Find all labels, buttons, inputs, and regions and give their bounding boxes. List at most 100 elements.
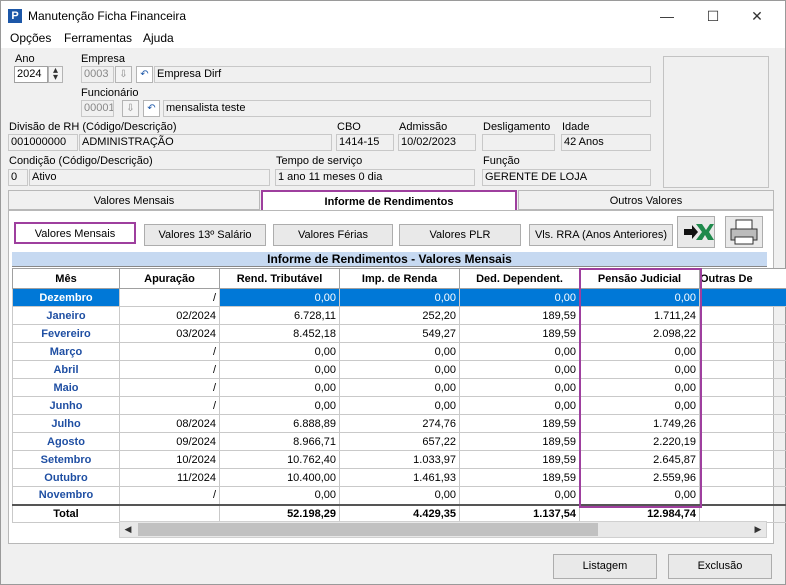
cell-imp-renda[interactable]: 0,00 xyxy=(339,378,460,397)
menu-ajuda[interactable]: Ajuda xyxy=(143,31,174,45)
cell-imp-renda[interactable]: 4.429,35 xyxy=(339,503,460,523)
valores-13-button[interactable]: Valores 13º Salário xyxy=(144,224,266,246)
cell-apuracao[interactable]: 02/2024 xyxy=(119,306,220,325)
cell-mes[interactable]: Novembro xyxy=(12,486,120,505)
cell-ded-dependent[interactable]: 1.137,54 xyxy=(459,503,580,523)
cell-pensao-judicial[interactable]: 2.220,19 xyxy=(579,432,700,451)
cell-mes[interactable]: Outubro xyxy=(12,468,120,487)
cell-outras[interactable] xyxy=(699,396,786,415)
cell-mes[interactable]: Maio xyxy=(12,378,120,397)
cell-pensao-judicial[interactable]: 0,00 xyxy=(579,486,700,505)
cell-imp-renda[interactable]: 1.033,97 xyxy=(339,450,460,469)
cell-imp-renda[interactable]: 0,00 xyxy=(339,288,460,307)
cell-rend-tributavel[interactable]: 8.966,71 xyxy=(219,432,340,451)
cell-rend-tributavel[interactable]: 10.762,40 xyxy=(219,450,340,469)
table-row[interactable]: Março/0,00 0,00 0,00 0,00 xyxy=(12,342,786,361)
cell-ded-dependent[interactable]: 189,59 xyxy=(459,450,580,469)
table-row[interactable]: Dezembro/0,00 0,00 0,00 0,00 xyxy=(12,288,786,307)
cell-rend-tributavel[interactable]: 0,00 xyxy=(219,342,340,361)
cell-apuracao[interactable]: / xyxy=(119,360,220,379)
cell-pensao-judicial[interactable]: 0,00 xyxy=(579,342,700,361)
scroll-left-icon[interactable]: ◀ xyxy=(120,522,136,537)
valores-mensais-button[interactable]: Valores Mensais xyxy=(14,222,136,244)
cell-outras[interactable] xyxy=(699,324,786,343)
cell-outras[interactable] xyxy=(699,450,786,469)
cell-pensao-judicial[interactable]: 1.711,24 xyxy=(579,306,700,325)
col-apuracao[interactable]: Apuração xyxy=(119,268,220,289)
cell-rend-tributavel[interactable]: 0,00 xyxy=(219,486,340,505)
empresa-code-field[interactable]: 0003 xyxy=(81,66,114,83)
table-row[interactable]: Outubro 11/2024 10.400,00 1.461,93 189,59 2.5… xyxy=(12,468,786,487)
cell-rend-tributavel[interactable]: 6.888,89 xyxy=(219,414,340,433)
print-button[interactable] xyxy=(725,216,763,248)
tab-outros-valores[interactable]: Outros Valores xyxy=(518,190,774,210)
cell-pensao-judicial[interactable]: 12.984,74 xyxy=(579,503,700,523)
tab-informe-rendimentos[interactable]: Informe de Rendimentos xyxy=(261,190,517,212)
scroll-thumb[interactable] xyxy=(138,523,598,536)
cell-apuracao[interactable]: / xyxy=(119,396,220,415)
cell-apuracao[interactable]: 08/2024 xyxy=(119,414,220,433)
cell-ded-dependent[interactable]: 189,59 xyxy=(459,432,580,451)
tab-valores-mensais[interactable]: Valores Mensais xyxy=(8,190,260,210)
cell-ded-dependent[interactable]: 0,00 xyxy=(459,396,580,415)
table-row[interactable]: Agosto 09/2024 8.966,71 657,22 189,59 2.220,1… xyxy=(12,432,786,451)
table-row[interactable]: Fevereiro 03/2024 8.452,18 549,27 189,59 2.09… xyxy=(12,324,786,343)
cell-ded-dependent[interactable]: 189,59 xyxy=(459,324,580,343)
excel-export-button[interactable] xyxy=(677,216,715,248)
cell-apuracao[interactable]: 10/2024 xyxy=(119,450,220,469)
cell-apuracao[interactable]: 03/2024 xyxy=(119,324,220,343)
ano-input[interactable]: 2024 xyxy=(14,66,48,83)
scroll-right-icon[interactable]: ▶ xyxy=(750,522,766,537)
cell-mes[interactable]: Abril xyxy=(12,360,120,379)
table-row[interactable]: Abril/0,00 0,00 0,00 0,00 xyxy=(12,360,786,379)
cell-ded-dependent[interactable]: 0,00 xyxy=(459,378,580,397)
cell-ded-dependent[interactable]: 0,00 xyxy=(459,486,580,505)
cell-outras[interactable] xyxy=(699,414,786,433)
cell-pensao-judicial[interactable]: 2.098,22 xyxy=(579,324,700,343)
funcionario-undo-icon[interactable]: ↶ xyxy=(143,100,160,117)
cell-imp-renda[interactable]: 657,22 xyxy=(339,432,460,451)
table-row[interactable]: Julho 08/2024 6.888,89 274,76 189,59 1.749,26 xyxy=(12,414,786,433)
cell-mes[interactable]: Agosto xyxy=(12,432,120,451)
close-icon[interactable]: ✕ xyxy=(745,5,769,27)
cell-outras[interactable] xyxy=(699,378,786,397)
col-mes[interactable]: Mês xyxy=(12,268,120,289)
table-row[interactable]: Janeiro 02/2024 6.728,11 252,20 189,59 1.711,… xyxy=(12,306,786,325)
cell-apuracao[interactable]: / xyxy=(119,486,220,505)
cell-outras[interactable] xyxy=(699,432,786,451)
col-rend-tributavel[interactable]: Rend. Tributável xyxy=(219,268,340,289)
col-outras[interactable]: Outras De xyxy=(699,268,786,289)
cell-imp-renda[interactable]: 274,76 xyxy=(339,414,460,433)
cell-imp-renda[interactable]: 0,00 xyxy=(339,342,460,361)
cell-ded-dependent[interactable]: 0,00 xyxy=(459,288,580,307)
cell-apuracao[interactable] xyxy=(119,503,220,523)
cell-pensao-judicial[interactable]: 0,00 xyxy=(579,396,700,415)
valores-ferias-button[interactable]: Valores Férias xyxy=(273,224,393,246)
cell-outras[interactable] xyxy=(699,486,786,505)
cell-rend-tributavel[interactable]: 0,00 xyxy=(219,288,340,307)
cell-mes[interactable]: Fevereiro xyxy=(12,324,120,343)
col-imp-renda[interactable]: Imp. de Renda xyxy=(339,268,460,289)
table-row[interactable]: Novembro/0,00 0,00 0,00 0,00 xyxy=(12,486,786,505)
funcionario-code-field[interactable]: 00001 xyxy=(81,100,114,117)
cell-outras[interactable] xyxy=(699,342,786,361)
cell-rend-tributavel[interactable]: 0,00 xyxy=(219,378,340,397)
cell-outras[interactable] xyxy=(699,503,786,523)
cell-rend-tributavel[interactable]: 0,00 xyxy=(219,360,340,379)
cell-pensao-judicial[interactable]: 0,00 xyxy=(579,378,700,397)
cell-imp-renda[interactable]: 0,00 xyxy=(339,486,460,505)
cell-pensao-judicial[interactable]: 0,00 xyxy=(579,360,700,379)
cell-rend-tributavel[interactable]: 8.452,18 xyxy=(219,324,340,343)
empresa-undo-icon[interactable]: ↶ xyxy=(136,66,153,83)
cell-ded-dependent[interactable]: 0,00 xyxy=(459,342,580,361)
minimize-icon[interactable]: — xyxy=(655,5,679,27)
cell-rend-tributavel[interactable]: 6.728,11 xyxy=(219,306,340,325)
cell-rend-tributavel[interactable]: 52.198,29 xyxy=(219,503,340,523)
col-pensao-judicial[interactable]: Pensão Judicial xyxy=(579,268,700,289)
cell-pensao-judicial[interactable]: 1.749,26 xyxy=(579,414,700,433)
cell-apuracao[interactable]: / xyxy=(119,288,220,307)
cell-outras[interactable] xyxy=(699,288,786,307)
cell-mes[interactable]: Julho xyxy=(12,414,120,433)
menu-opcoes[interactable]: Opções xyxy=(10,31,51,45)
table-row[interactable]: Maio/0,00 0,00 0,00 0,00 xyxy=(12,378,786,397)
